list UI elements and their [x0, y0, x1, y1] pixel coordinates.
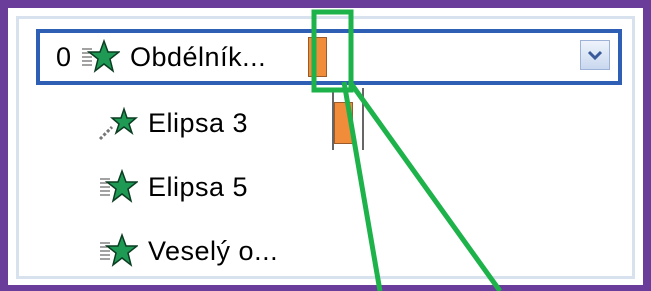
timeline-bar-2[interactable] [334, 102, 353, 144]
animation-item-label: Veselý o... [148, 235, 279, 266]
timeline-bar-1[interactable] [308, 37, 327, 77]
animation-item-1[interactable]: 0 Obdélník... [36, 29, 622, 85]
animation-item-3[interactable]: Elipsa 5 [30, 162, 248, 212]
animation-item-label: Obdélník... [130, 41, 267, 72]
animation-item-label: Elipsa 5 [148, 171, 249, 202]
animation-item-label: Elipsa 3 [148, 107, 249, 138]
animation-order-number: 0 [56, 41, 72, 72]
item-options-dropdown[interactable] [580, 40, 610, 70]
timeline-marker [362, 88, 364, 150]
entrance-effect-star-icon [98, 168, 140, 205]
animation-item-2[interactable]: Elipsa 3 [30, 98, 248, 148]
entrance-effect-star-icon [98, 232, 140, 269]
animation-item-4[interactable]: Veselý o... [30, 226, 278, 276]
entrance-effect-star-icon [80, 38, 122, 75]
chevron-down-icon [587, 50, 603, 61]
motion-path-star-icon [98, 105, 139, 141]
